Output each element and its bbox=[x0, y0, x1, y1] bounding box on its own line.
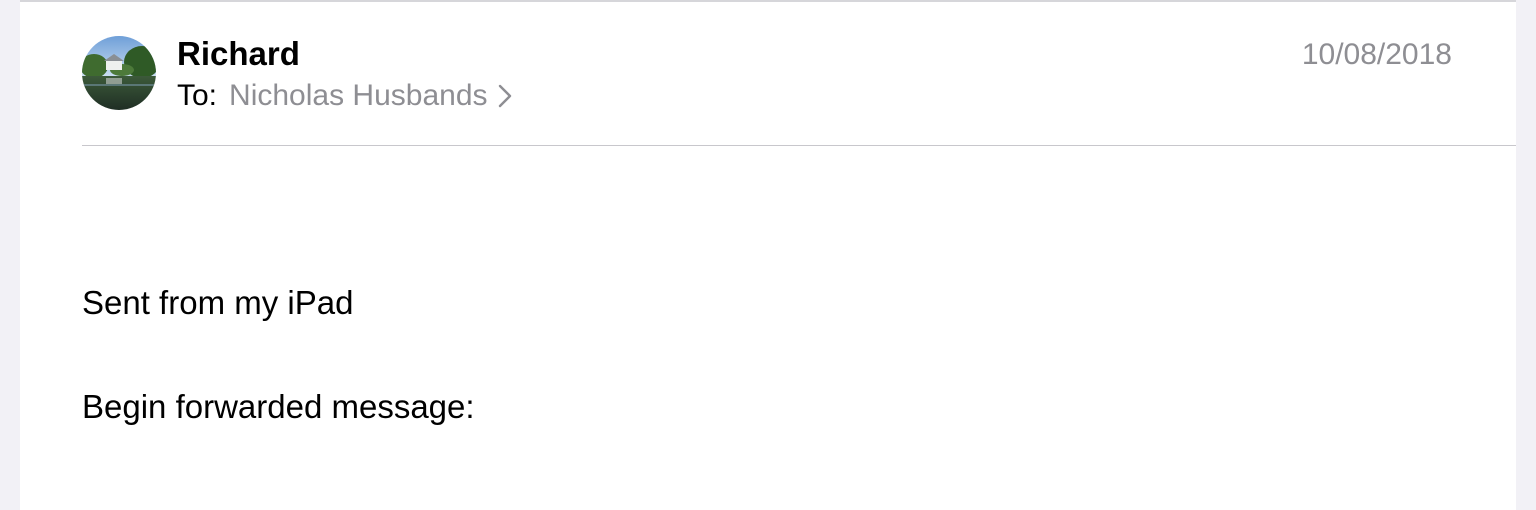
to-label: To: bbox=[177, 79, 218, 112]
body-line-forwarded: Begin forwarded message: bbox=[82, 388, 475, 425]
chevron-right-icon[interactable] bbox=[498, 84, 512, 108]
recipient-name[interactable]: Nicholas Husbands bbox=[229, 78, 487, 114]
top-border bbox=[20, 0, 1516, 2]
body-line-signature: Sent from my iPad bbox=[82, 284, 354, 321]
header-divider bbox=[82, 145, 1516, 146]
sender-avatar[interactable] bbox=[82, 36, 156, 110]
avatar-photo-icon bbox=[82, 36, 156, 110]
recipient-line[interactable]: To: Nicholas Husbands bbox=[177, 78, 512, 114]
sender-name[interactable]: Richard bbox=[177, 34, 300, 74]
message-sheet bbox=[20, 0, 1516, 510]
message-date: 10/08/2018 bbox=[1301, 38, 1452, 71]
